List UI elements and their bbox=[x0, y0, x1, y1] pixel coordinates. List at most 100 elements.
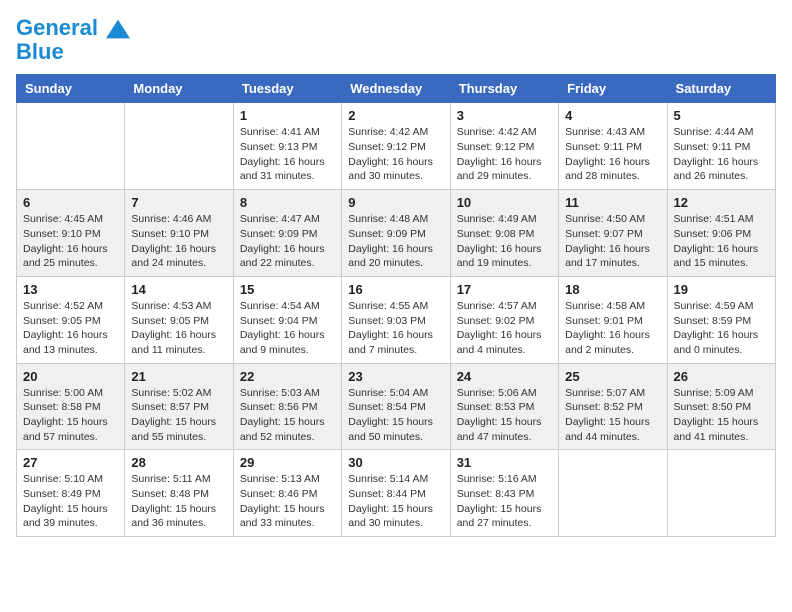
calendar-cell: 9Sunrise: 4:48 AM Sunset: 9:09 PM Daylig… bbox=[342, 190, 450, 277]
logo-text: General bbox=[16, 16, 130, 40]
calendar-cell: 16 Sunrise: 4:55 AM Sunset: 9:03 PM Dayli… bbox=[342, 276, 450, 363]
calendar-cell: 26 Sunrise: 5:09 AM Sunset: 8:50 PM Dayli… bbox=[667, 363, 775, 450]
calendar-cell: 24Sunrise: 5:06 AM Sunset: 8:53 PM Dayli… bbox=[450, 363, 558, 450]
calendar-cell: 3 Sunrise: 4:42 AM Sunset: 9:12 PM Daylig… bbox=[450, 103, 558, 190]
day-info: Sunrise: 5:04 AM Sunset: 8:54 PM Dayligh… bbox=[348, 386, 443, 445]
day-number: 16 bbox=[348, 282, 443, 297]
weekday-header-thursday: Thursday bbox=[450, 75, 558, 103]
day-info: Sunrise: 4:53 AM Sunset: 9:05 PM Dayligh… bbox=[131, 299, 226, 358]
weekday-header-sunday: Sunday bbox=[17, 75, 125, 103]
day-info: Sunrise: 4:57 AM Sunset: 9:02 PM Dayligh… bbox=[457, 299, 552, 358]
day-info: Sunrise: 4:44 AM Sunset: 9:11 PM Dayligh… bbox=[674, 125, 769, 184]
day-number: 25 bbox=[565, 369, 660, 384]
weekday-header-friday: Friday bbox=[559, 75, 667, 103]
day-info: Sunrise: 5:03 AM Sunset: 8:56 PM Dayligh… bbox=[240, 386, 335, 445]
day-number: 1 bbox=[240, 108, 335, 123]
calendar-table: SundayMondayTuesdayWednesdayThursdayFrid… bbox=[16, 74, 776, 537]
day-info: Sunrise: 4:42 AM Sunset: 9:12 PM Dayligh… bbox=[457, 125, 552, 184]
day-number: 12 bbox=[674, 195, 769, 210]
day-number: 23 bbox=[348, 369, 443, 384]
day-info: Sunrise: 5:10 AM Sunset: 8:49 PM Dayligh… bbox=[23, 472, 118, 531]
day-info: Sunrise: 5:02 AM Sunset: 8:57 PM Dayligh… bbox=[131, 386, 226, 445]
calendar-cell: 5 Sunrise: 4:44 AM Sunset: 9:11 PM Daylig… bbox=[667, 103, 775, 190]
day-number: 11 bbox=[565, 195, 660, 210]
calendar-week-1: 1Sunrise: 4:41 AM Sunset: 9:13 PM Daylig… bbox=[17, 103, 776, 190]
calendar-cell: 15 Sunrise: 4:54 AM Sunset: 9:04 PM Dayli… bbox=[233, 276, 341, 363]
day-info: Sunrise: 4:55 AM Sunset: 9:03 PM Dayligh… bbox=[348, 299, 443, 358]
day-info: Sunrise: 4:50 AM Sunset: 9:07 PM Dayligh… bbox=[565, 212, 660, 271]
day-number: 30 bbox=[348, 455, 443, 470]
day-info: Sunrise: 4:42 AM Sunset: 9:12 PM Dayligh… bbox=[348, 125, 443, 184]
day-number: 10 bbox=[457, 195, 552, 210]
day-number: 20 bbox=[23, 369, 118, 384]
day-info: Sunrise: 5:07 AM Sunset: 8:52 PM Dayligh… bbox=[565, 386, 660, 445]
calendar-cell bbox=[559, 450, 667, 537]
calendar-cell: 17 Sunrise: 4:57 AM Sunset: 9:02 PM Dayli… bbox=[450, 276, 558, 363]
day-number: 2 bbox=[348, 108, 443, 123]
day-number: 26 bbox=[674, 369, 769, 384]
calendar-cell: 4Sunrise: 4:43 AM Sunset: 9:11 PM Daylig… bbox=[559, 103, 667, 190]
day-info: Sunrise: 4:52 AM Sunset: 9:05 PM Dayligh… bbox=[23, 299, 118, 358]
day-number: 22 bbox=[240, 369, 335, 384]
day-info: Sunrise: 4:51 AM Sunset: 9:06 PM Dayligh… bbox=[674, 212, 769, 271]
day-number: 24 bbox=[457, 369, 552, 384]
weekday-header-wednesday: Wednesday bbox=[342, 75, 450, 103]
calendar-cell: 13 Sunrise: 4:52 AM Sunset: 9:05 PM Dayli… bbox=[17, 276, 125, 363]
calendar-cell: 22 Sunrise: 5:03 AM Sunset: 8:56 PM Dayli… bbox=[233, 363, 341, 450]
calendar-cell: 1Sunrise: 4:41 AM Sunset: 9:13 PM Daylig… bbox=[233, 103, 341, 190]
day-number: 3 bbox=[457, 108, 552, 123]
day-number: 17 bbox=[457, 282, 552, 297]
calendar-cell: 8 Sunrise: 4:47 AM Sunset: 9:09 PM Daylig… bbox=[233, 190, 341, 277]
day-info: Sunrise: 5:09 AM Sunset: 8:50 PM Dayligh… bbox=[674, 386, 769, 445]
calendar-cell: 20 Sunrise: 5:00 AM Sunset: 8:58 PM Dayli… bbox=[17, 363, 125, 450]
day-number: 14 bbox=[131, 282, 226, 297]
calendar-cell: 12 Sunrise: 4:51 AM Sunset: 9:06 PM Dayli… bbox=[667, 190, 775, 277]
calendar-week-2: 6 Sunrise: 4:45 AM Sunset: 9:10 PM Daylig… bbox=[17, 190, 776, 277]
calendar-cell: 29 Sunrise: 5:13 AM Sunset: 8:46 PM Dayli… bbox=[233, 450, 341, 537]
day-number: 4 bbox=[565, 108, 660, 123]
calendar-cell: 10 Sunrise: 4:49 AM Sunset: 9:08 PM Dayli… bbox=[450, 190, 558, 277]
day-number: 21 bbox=[131, 369, 226, 384]
day-info: Sunrise: 5:00 AM Sunset: 8:58 PM Dayligh… bbox=[23, 386, 118, 445]
calendar-cell: 25 Sunrise: 5:07 AM Sunset: 8:52 PM Dayli… bbox=[559, 363, 667, 450]
calendar-cell: 27 Sunrise: 5:10 AM Sunset: 8:49 PM Dayli… bbox=[17, 450, 125, 537]
day-number: 18 bbox=[565, 282, 660, 297]
calendar-cell: 23 Sunrise: 5:04 AM Sunset: 8:54 PM Dayli… bbox=[342, 363, 450, 450]
calendar-week-5: 27 Sunrise: 5:10 AM Sunset: 8:49 PM Dayli… bbox=[17, 450, 776, 537]
calendar-cell: 7Sunrise: 4:46 AM Sunset: 9:10 PM Daylig… bbox=[125, 190, 233, 277]
day-info: Sunrise: 4:58 AM Sunset: 9:01 PM Dayligh… bbox=[565, 299, 660, 358]
day-number: 28 bbox=[131, 455, 226, 470]
day-info: Sunrise: 5:13 AM Sunset: 8:46 PM Dayligh… bbox=[240, 472, 335, 531]
weekday-header-tuesday: Tuesday bbox=[233, 75, 341, 103]
calendar-cell bbox=[125, 103, 233, 190]
calendar-cell bbox=[17, 103, 125, 190]
day-number: 15 bbox=[240, 282, 335, 297]
calendar-cell: 2 Sunrise: 4:42 AM Sunset: 9:12 PM Daylig… bbox=[342, 103, 450, 190]
day-number: 27 bbox=[23, 455, 118, 470]
calendar-cell: 30 Sunrise: 5:14 AM Sunset: 8:44 PM Dayli… bbox=[342, 450, 450, 537]
calendar-week-4: 20 Sunrise: 5:00 AM Sunset: 8:58 PM Dayli… bbox=[17, 363, 776, 450]
calendar-cell: 31 Sunrise: 5:16 AM Sunset: 8:43 PM Dayli… bbox=[450, 450, 558, 537]
calendar-cell: 18 Sunrise: 4:58 AM Sunset: 9:01 PM Dayli… bbox=[559, 276, 667, 363]
calendar-cell: 19Sunrise: 4:59 AM Sunset: 8:59 PM Dayli… bbox=[667, 276, 775, 363]
page-header: General Blue bbox=[16, 16, 776, 64]
day-info: Sunrise: 4:49 AM Sunset: 9:08 PM Dayligh… bbox=[457, 212, 552, 271]
day-number: 31 bbox=[457, 455, 552, 470]
day-info: Sunrise: 4:48 AM Sunset: 9:09 PM Dayligh… bbox=[348, 212, 443, 271]
calendar-cell bbox=[667, 450, 775, 537]
calendar-cell: 11 Sunrise: 4:50 AM Sunset: 9:07 PM Dayli… bbox=[559, 190, 667, 277]
day-info: Sunrise: 4:47 AM Sunset: 9:09 PM Dayligh… bbox=[240, 212, 335, 271]
day-number: 19 bbox=[674, 282, 769, 297]
weekday-header-monday: Monday bbox=[125, 75, 233, 103]
day-info: Sunrise: 5:14 AM Sunset: 8:44 PM Dayligh… bbox=[348, 472, 443, 531]
day-info: Sunrise: 5:16 AM Sunset: 8:43 PM Dayligh… bbox=[457, 472, 552, 531]
day-number: 8 bbox=[240, 195, 335, 210]
calendar-cell: 28Sunrise: 5:11 AM Sunset: 8:48 PM Dayli… bbox=[125, 450, 233, 537]
day-number: 6 bbox=[23, 195, 118, 210]
day-number: 5 bbox=[674, 108, 769, 123]
day-number: 29 bbox=[240, 455, 335, 470]
day-info: Sunrise: 4:54 AM Sunset: 9:04 PM Dayligh… bbox=[240, 299, 335, 358]
day-info: Sunrise: 4:46 AM Sunset: 9:10 PM Dayligh… bbox=[131, 212, 226, 271]
day-info: Sunrise: 4:45 AM Sunset: 9:10 PM Dayligh… bbox=[23, 212, 118, 271]
day-number: 13 bbox=[23, 282, 118, 297]
